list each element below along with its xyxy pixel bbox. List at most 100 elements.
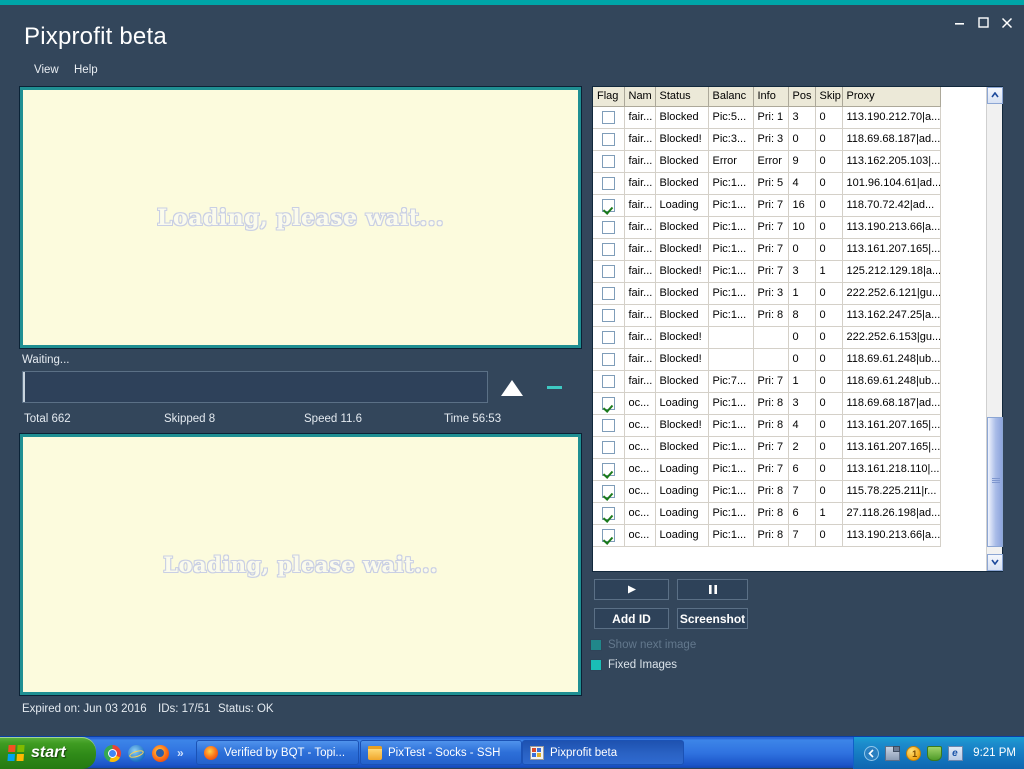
column-header-proxy[interactable]: Proxy <box>842 87 941 107</box>
taskbar-button-pixprofit[interactable]: Pixprofit beta <box>522 740 684 765</box>
chrome-icon[interactable] <box>104 744 121 762</box>
cell-flag[interactable] <box>593 392 625 415</box>
row-flag-checkbox[interactable] <box>601 374 615 388</box>
row-flag-checkbox[interactable] <box>601 396 615 410</box>
table-row[interactable]: oc... Loading Pic:1... Pri: 8 3 0 118.69.68.18… <box>593 392 941 415</box>
table-row[interactable]: oc... Loading Pic:1... Pri: 7 6 0 113.161.218.… <box>593 458 941 481</box>
cell-flag[interactable] <box>593 260 625 283</box>
row-flag-checkbox[interactable] <box>601 132 615 146</box>
row-flag-checkbox[interactable] <box>601 308 615 322</box>
table-row[interactable]: oc... Loading Pic:1... Pri: 8 6 1 27.118.26.19… <box>593 502 941 525</box>
cell-flag[interactable] <box>593 128 625 151</box>
row-flag-checkbox[interactable] <box>601 528 615 542</box>
pause-button[interactable] <box>677 579 748 600</box>
play-button[interactable] <box>594 579 669 600</box>
row-flag-checkbox[interactable] <box>601 242 615 256</box>
scroll-down-button[interactable] <box>987 554 1003 571</box>
show-next-image-checkbox[interactable] <box>590 639 602 651</box>
cell-flag[interactable] <box>593 150 625 173</box>
row-flag-checkbox[interactable] <box>601 220 615 234</box>
column-header-status[interactable]: Status <box>655 87 709 107</box>
table-row[interactable]: fair... Blocked Pic:1... Pri: 5 4 0 101.96.104… <box>593 172 941 195</box>
clock[interactable]: 9:21 PM <box>973 747 1016 759</box>
internet-explorer-icon[interactable] <box>128 744 145 762</box>
cell-flag[interactable] <box>593 480 625 503</box>
column-header-flag[interactable]: Flag <box>593 87 625 107</box>
fixed-images-checkbox[interactable] <box>590 659 602 671</box>
image-preview-bottom[interactable]: Loading, please wait... <box>19 433 582 696</box>
column-header-name[interactable]: Nam <box>624 87 656 107</box>
cell-flag[interactable] <box>593 304 625 327</box>
ie-tray-icon[interactable]: e <box>948 745 964 761</box>
cell-flag[interactable] <box>593 106 625 129</box>
update-icon[interactable]: 1 <box>906 745 922 761</box>
table-row[interactable]: fair... Loading Pic:1... Pri: 7 16 0 118.70.72… <box>593 194 941 217</box>
cell-flag[interactable] <box>593 326 625 349</box>
screenshot-button[interactable]: Screenshot <box>677 608 748 629</box>
start-button[interactable]: start <box>0 737 96 769</box>
scroll-up-button[interactable] <box>987 87 1003 104</box>
row-flag-checkbox[interactable] <box>601 418 615 432</box>
shield-icon[interactable] <box>927 745 943 761</box>
cell-flag[interactable] <box>593 524 625 547</box>
table-row[interactable]: fair... Blocked! Pic:1... Pri: 7 0 0 113.161.2… <box>593 238 941 261</box>
maximize-button[interactable] <box>970 11 996 35</box>
column-header-balance[interactable]: Balanc <box>708 87 754 107</box>
table-row[interactable]: fair... Blocked Pic:1... Pri: 8 8 0 113.162.24… <box>593 304 941 327</box>
taskbar-button-browser[interactable]: Verified by BQT - Topi... <box>196 740 359 765</box>
column-header-skip[interactable]: Skip <box>815 87 843 107</box>
row-flag-checkbox[interactable] <box>601 154 615 168</box>
fixed-images-option[interactable]: Fixed Images <box>590 657 677 673</box>
table-row[interactable]: fair... Blocked! Pic:1... Pri: 7 3 1 125.212.1… <box>593 260 941 283</box>
cell-flag[interactable] <box>593 194 625 217</box>
table-row[interactable]: fair... Blocked! 0 0 222.252.6.153|gu... <box>593 326 941 349</box>
close-button[interactable] <box>994 11 1020 35</box>
table-row[interactable]: oc... Loading Pic:1... Pri: 8 7 0 115.78.225.2… <box>593 480 941 503</box>
table-row[interactable]: fair... Blocked Pic:1... Pri: 3 1 0 222.252.6.… <box>593 282 941 305</box>
cell-flag[interactable] <box>593 282 625 305</box>
taskbar-button-pixtest[interactable]: PixTest - Socks - SSH <box>360 740 522 765</box>
cell-flag[interactable] <box>593 348 625 371</box>
table-row[interactable]: fair... Blocked Error Error 9 0 113.162.205.10… <box>593 150 941 173</box>
table-row[interactable]: fair... Blocked! 0 0 118.69.61.248|ub... <box>593 348 941 371</box>
table-row[interactable]: oc... Loading Pic:1... Pri: 8 7 0 113.190.213.… <box>593 524 941 547</box>
column-header-info[interactable]: Info <box>753 87 789 107</box>
table-row[interactable]: fair... Blocked! Pic:3... Pri: 3 0 0 118.69.68… <box>593 128 941 151</box>
dash-icon[interactable] <box>547 386 562 389</box>
scrollbar-thumb[interactable] <box>987 417 1003 547</box>
grid-vertical-scrollbar[interactable] <box>986 87 1003 571</box>
cell-flag[interactable] <box>593 238 625 261</box>
row-flag-checkbox[interactable] <box>601 484 615 498</box>
firefox-icon[interactable] <box>152 744 169 762</box>
row-flag-checkbox[interactable] <box>601 330 615 344</box>
cell-flag[interactable] <box>593 414 625 437</box>
row-flag-checkbox[interactable] <box>601 110 615 124</box>
cell-flag[interactable] <box>593 458 625 481</box>
menu-item-view[interactable]: View <box>30 62 63 78</box>
row-flag-checkbox[interactable] <box>601 198 615 212</box>
cell-flag[interactable] <box>593 370 625 393</box>
table-row[interactable]: oc... Blocked! Pic:1... Pri: 8 4 0 113.161.207… <box>593 414 941 437</box>
cell-flag[interactable] <box>593 172 625 195</box>
row-flag-checkbox[interactable] <box>601 352 615 366</box>
triangle-up-icon[interactable] <box>498 377 526 399</box>
quick-launch-overflow-icon[interactable]: » <box>177 746 184 760</box>
row-flag-checkbox[interactable] <box>601 440 615 454</box>
column-header-pos[interactable]: Pos <box>788 87 816 107</box>
image-preview-top[interactable]: Loading, please wait... <box>19 86 582 349</box>
minimize-button[interactable] <box>946 11 972 35</box>
row-flag-checkbox[interactable] <box>601 506 615 520</box>
row-flag-checkbox[interactable] <box>601 462 615 476</box>
add-id-button[interactable]: Add ID <box>594 608 669 629</box>
cell-flag[interactable] <box>593 216 625 239</box>
show-next-image-option[interactable]: Show next image <box>590 637 696 653</box>
menu-item-help[interactable]: Help <box>70 62 102 78</box>
row-flag-checkbox[interactable] <box>601 264 615 278</box>
show-hidden-icons-icon[interactable] <box>864 745 880 761</box>
table-row[interactable]: fair... Blocked Pic:1... Pri: 7 10 0 113.190.2… <box>593 216 941 239</box>
table-row[interactable]: fair... Blocked Pic:5... Pri: 1 3 0 113.190.21… <box>593 106 941 129</box>
cell-flag[interactable] <box>593 436 625 459</box>
cell-flag[interactable] <box>593 502 625 525</box>
table-row[interactable]: oc... Blocked Pic:1... Pri: 7 2 0 113.161.207.… <box>593 436 941 459</box>
network-icon[interactable] <box>885 745 901 761</box>
